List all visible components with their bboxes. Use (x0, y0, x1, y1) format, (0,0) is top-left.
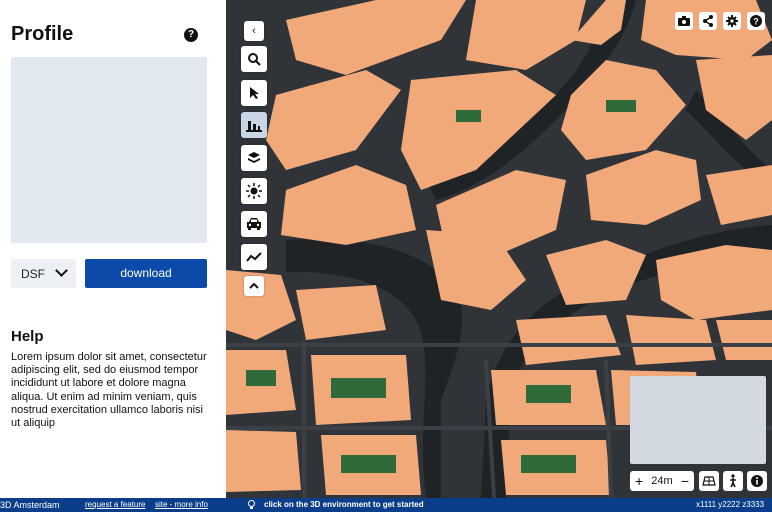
info-icon[interactable] (747, 471, 767, 491)
sun-icon[interactable] (241, 178, 267, 204)
question-icon[interactable]: ? (184, 28, 198, 42)
brand-label: 3D Amsterdam (0, 500, 60, 510)
hint-text: click on the 3D environment to get start… (264, 500, 424, 509)
trendline-icon[interactable] (241, 244, 267, 270)
format-select[interactable]: DSF (11, 259, 76, 288)
profile-panel: Profile ? DSF download Help Lorem ipsum … (0, 0, 226, 498)
chevron-up-icon[interactable] (244, 276, 264, 296)
lightbulb-icon (248, 498, 255, 512)
pointer-icon[interactable] (241, 80, 267, 106)
svg-text:?: ? (753, 17, 759, 27)
gear-icon[interactable] (723, 12, 741, 30)
chevron-down-icon (55, 264, 68, 277)
panel-title: Profile (11, 23, 74, 45)
zoom-control: + 24m − (630, 471, 694, 491)
help-title: Help (11, 328, 44, 345)
format-select-value: DSF (21, 266, 45, 281)
zoom-in-button[interactable]: + (635, 473, 643, 489)
footer-bar: 3D Amsterdam request a feature site - mo… (0, 498, 772, 512)
pedestrian-icon[interactable] (723, 471, 743, 491)
zoom-out-button[interactable]: − (681, 473, 689, 489)
site-info-link[interactable]: site - more info (155, 498, 208, 512)
perspective-icon[interactable] (699, 471, 719, 491)
buildings-icon[interactable] (241, 112, 267, 138)
question-icon[interactable]: ? (747, 12, 765, 30)
minimap[interactable] (630, 376, 766, 464)
chevron-left-icon[interactable]: ‹ (244, 21, 264, 41)
car-icon[interactable] (241, 211, 267, 237)
camera-icon[interactable] (675, 12, 693, 30)
help-body: Lorem ipsum dolor sit amet, consectetur … (11, 351, 207, 430)
share-icon[interactable] (699, 12, 717, 30)
search-icon[interactable] (241, 46, 267, 72)
coordinates-label: x1111 y2222 z3333 (696, 500, 765, 509)
request-feature-link[interactable]: request a feature (85, 498, 145, 512)
download-button[interactable]: download (85, 259, 207, 288)
layers-icon[interactable] (241, 145, 267, 171)
profile-preview (11, 57, 207, 243)
scale-label: 24m (651, 475, 673, 487)
